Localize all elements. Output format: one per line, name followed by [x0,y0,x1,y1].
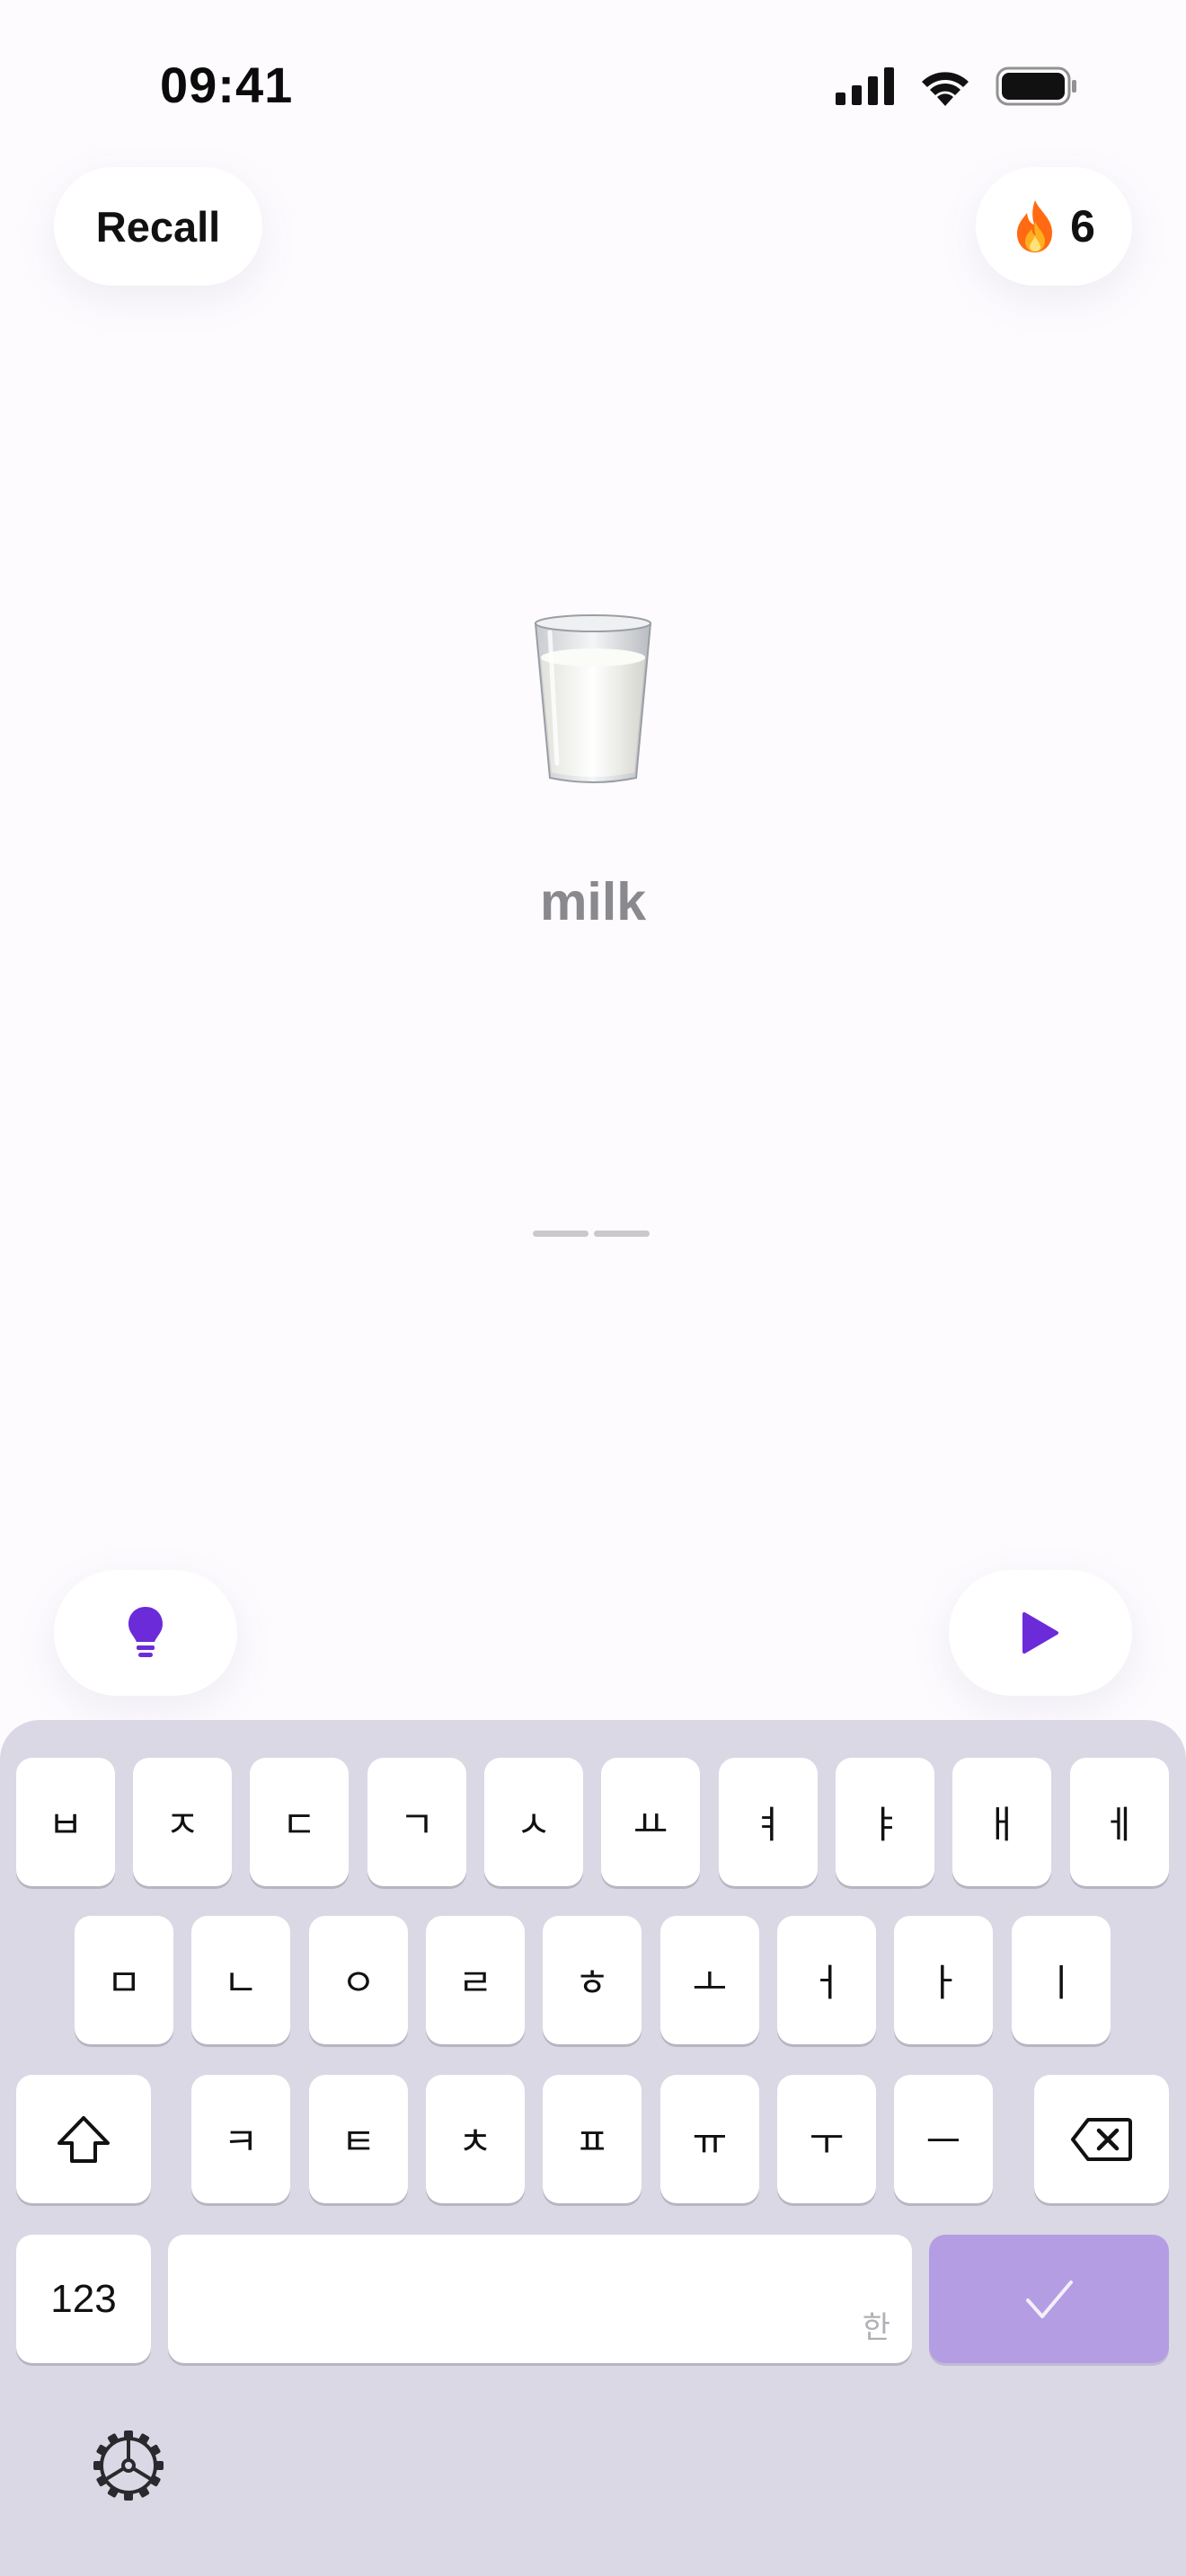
shift-icon [58,2115,110,2163]
key-row2-6[interactable]: ㅗ [660,1916,759,2044]
lightbulb-icon [128,1607,163,1657]
key-row2-7[interactable]: ㅓ [777,1916,876,2044]
key-row2-5[interactable]: ㅎ [543,1916,642,2044]
numbers-key[interactable]: 123 [16,2235,151,2363]
space-key[interactable]: 한 [168,2235,912,2363]
key-row1-6[interactable]: ㅛ [601,1758,700,1886]
hint-button[interactable] [54,1570,237,1696]
key-row3-2[interactable]: ㅌ [309,2075,408,2203]
key-row2-8[interactable]: ㅏ [894,1916,993,2044]
glass-of-milk-icon [534,614,652,783]
key-row2-2[interactable]: ㄴ [191,1916,290,2044]
battery-icon [996,66,1076,106]
shift-key[interactable] [16,2075,151,2203]
play-icon [1022,1612,1058,1654]
key-row2-4[interactable]: ㄹ [426,1916,525,2044]
key-row1-5[interactable]: ㅅ [484,1758,583,1886]
key-row2-3[interactable]: ㅇ [309,1916,408,2044]
key-row1-8[interactable]: ㅑ [836,1758,934,1886]
play-audio-button[interactable] [949,1570,1132,1696]
key-row3-1[interactable]: ㅋ [191,2075,290,2203]
status-icons [836,65,1078,108]
key-row2-9[interactable]: ㅣ [1012,1916,1111,2044]
streak-badge[interactable]: 6 [976,167,1132,286]
prompt-word: milk [539,872,647,931]
mode-label: Recall [95,202,221,251]
key-row1-9[interactable]: ㅐ [952,1758,1051,1886]
key-row3-7[interactable]: ㅡ [894,2075,993,2203]
key-row3-6[interactable]: ㅜ [777,2075,876,2203]
cellular-signal-icon [836,67,894,105]
key-row1-7[interactable]: ㅕ [719,1758,818,1886]
key-row1-10[interactable]: ㅔ [1070,1758,1169,1886]
answer-blank-2 [594,1231,650,1237]
key-row3-4[interactable]: ㅍ [543,2075,642,2203]
key-row1-3[interactable]: ㄷ [250,1758,349,1886]
submit-button[interactable] [929,2235,1169,2363]
wifi-icon [922,72,969,106]
key-row3-5[interactable]: ㅠ [660,2075,759,2203]
key-row1-1[interactable]: ㅂ [16,1758,115,1886]
delete-key[interactable] [1034,2075,1169,2203]
key-row2-1[interactable]: ㅁ [75,1916,173,2044]
status-time: 09:41 [160,57,294,113]
answer-blank-1 [533,1231,589,1237]
streak-count: 6 [1070,201,1095,251]
checkmark-icon [1025,2280,1073,2318]
backspace-icon [1071,2117,1132,2161]
gear-icon[interactable] [92,2429,165,2502]
answer-blanks[interactable] [533,1231,650,1237]
key-row3-3[interactable]: ㅊ [426,2075,525,2203]
language-label: 한 [862,2310,890,2346]
key-row1-2[interactable]: ㅈ [133,1758,232,1886]
mode-label-pill[interactable]: Recall [54,167,262,286]
key-row1-4[interactable]: ㄱ [367,1758,466,1886]
fire-icon [1017,200,1053,252]
